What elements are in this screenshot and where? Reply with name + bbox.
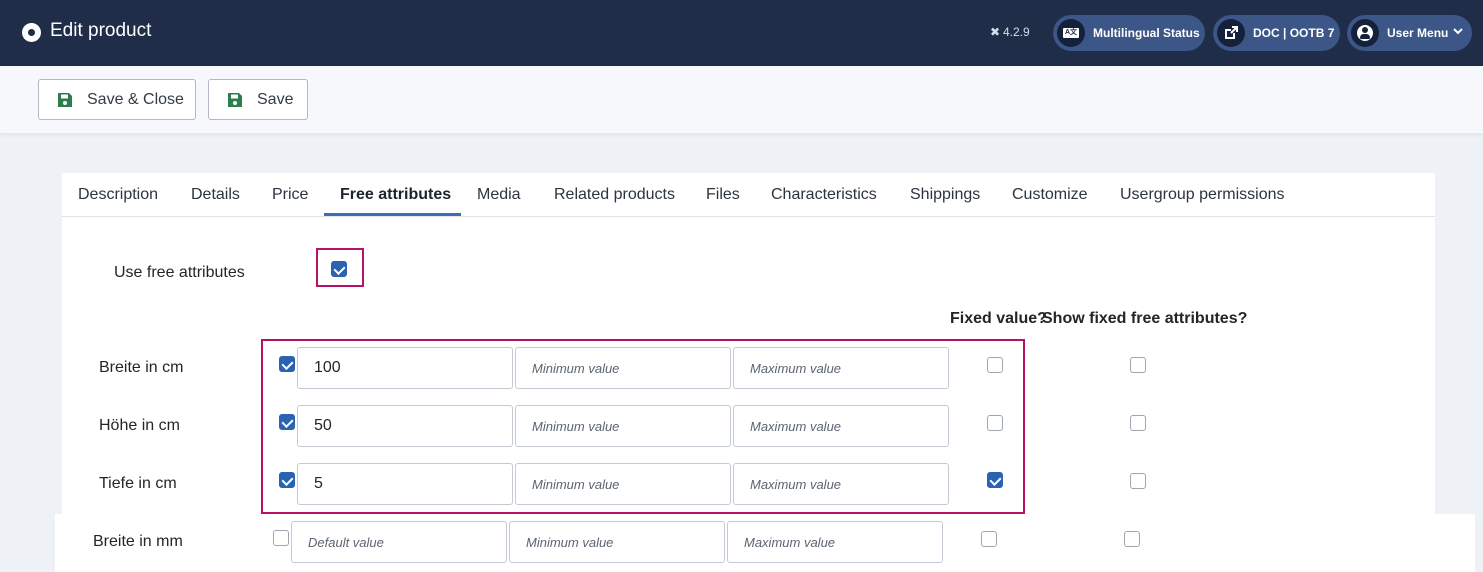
use-free-attributes-label: Use free attributes xyxy=(114,264,245,281)
user-avatar-icon xyxy=(1351,19,1379,47)
minimum-value-input[interactable] xyxy=(515,347,731,389)
maximum-value-input[interactable] xyxy=(733,347,949,389)
save-icon xyxy=(58,93,72,107)
toolbar: Save & Close Save xyxy=(0,66,1483,133)
use-free-attributes-checkbox[interactable] xyxy=(331,261,347,277)
minimum-value-input[interactable] xyxy=(515,405,731,447)
tab-free-attributes[interactable]: Free attributes xyxy=(340,186,451,204)
version-label: ✖ 4.2.9 xyxy=(989,25,1030,39)
minimum-value-input[interactable] xyxy=(509,521,725,563)
show-fixed-checkbox[interactable] xyxy=(1130,357,1146,373)
tab-details[interactable]: Details xyxy=(191,186,240,204)
tab-price[interactable]: Price xyxy=(272,186,308,204)
tab-shippings[interactable]: Shippings xyxy=(910,186,980,204)
tab-description[interactable]: Description xyxy=(78,186,158,204)
tab-usergroup-permissions[interactable]: Usergroup permissions xyxy=(1120,186,1285,204)
attribute-label: Tiefe in cm xyxy=(99,475,177,492)
default-value-input[interactable] xyxy=(297,347,513,389)
attribute-label: Höhe in cm xyxy=(99,417,180,434)
attribute-enable-checkbox[interactable] xyxy=(279,356,295,372)
minimum-value-input[interactable] xyxy=(515,463,731,505)
top-header: Edit product ✖ 4.2.9 A文 Multilingual Stat… xyxy=(0,0,1483,66)
language-glyph: A文 xyxy=(1063,28,1079,38)
doc-site-link[interactable]: DOC | OOTB 7 xyxy=(1213,15,1340,51)
version-number: 4.2.9 xyxy=(1003,25,1030,39)
product-logo-icon xyxy=(22,23,41,42)
joomla-icon: ✖ xyxy=(989,25,1001,39)
fixed-value-checkbox[interactable] xyxy=(981,531,997,547)
tab-characteristics[interactable]: Characteristics xyxy=(771,186,877,204)
default-value-input[interactable] xyxy=(291,521,507,563)
save-label: Save xyxy=(257,91,294,108)
fixed-value-header: Fixed value? xyxy=(950,310,1047,327)
default-value-input[interactable] xyxy=(297,463,513,505)
fixed-value-checkbox[interactable] xyxy=(987,415,1003,431)
save-close-button[interactable]: Save & Close xyxy=(38,79,196,120)
multilingual-status-label: Multilingual Status xyxy=(1093,26,1200,40)
fixed-value-checkbox[interactable] xyxy=(987,357,1003,373)
show-fixed-free-attributes-header: Show fixed free attributes? xyxy=(1042,310,1248,327)
attribute-enable-checkbox[interactable] xyxy=(279,414,295,430)
maximum-value-input[interactable] xyxy=(733,463,949,505)
attribute-label: Breite in cm xyxy=(99,359,184,376)
fixed-value-checkbox[interactable] xyxy=(987,472,1003,488)
multilingual-status-button[interactable]: A文 Multilingual Status xyxy=(1053,15,1205,51)
maximum-value-input[interactable] xyxy=(733,405,949,447)
attribute-enable-checkbox[interactable] xyxy=(279,472,295,488)
save-icon xyxy=(228,93,242,107)
save-button[interactable]: Save xyxy=(208,79,308,120)
tab-related-products[interactable]: Related products xyxy=(554,186,675,204)
show-fixed-checkbox[interactable] xyxy=(1130,473,1146,489)
chevron-down-icon xyxy=(1453,28,1463,35)
tab-customize[interactable]: Customize xyxy=(1012,186,1088,204)
attribute-label: Breite in mm xyxy=(93,533,183,550)
default-value-input[interactable] xyxy=(297,405,513,447)
user-menu-label: User Menu xyxy=(1387,26,1449,40)
doc-site-label: DOC | OOTB 7 xyxy=(1253,26,1335,40)
maximum-value-input[interactable] xyxy=(727,521,943,563)
user-menu-button[interactable]: User Menu xyxy=(1347,15,1472,51)
external-link-icon xyxy=(1217,19,1245,47)
language-icon: A文 xyxy=(1057,19,1085,47)
show-fixed-checkbox[interactable] xyxy=(1130,415,1146,431)
save-close-label: Save & Close xyxy=(87,91,184,108)
show-fixed-checkbox[interactable] xyxy=(1124,531,1140,547)
active-tab-indicator xyxy=(324,213,461,216)
tab-media[interactable]: Media xyxy=(477,186,521,204)
tab-files[interactable]: Files xyxy=(706,186,740,204)
tab-bar: Description Details Price Free attribute… xyxy=(62,173,1435,217)
page-title: Edit product xyxy=(50,20,152,41)
attribute-enable-checkbox[interactable] xyxy=(273,530,289,546)
